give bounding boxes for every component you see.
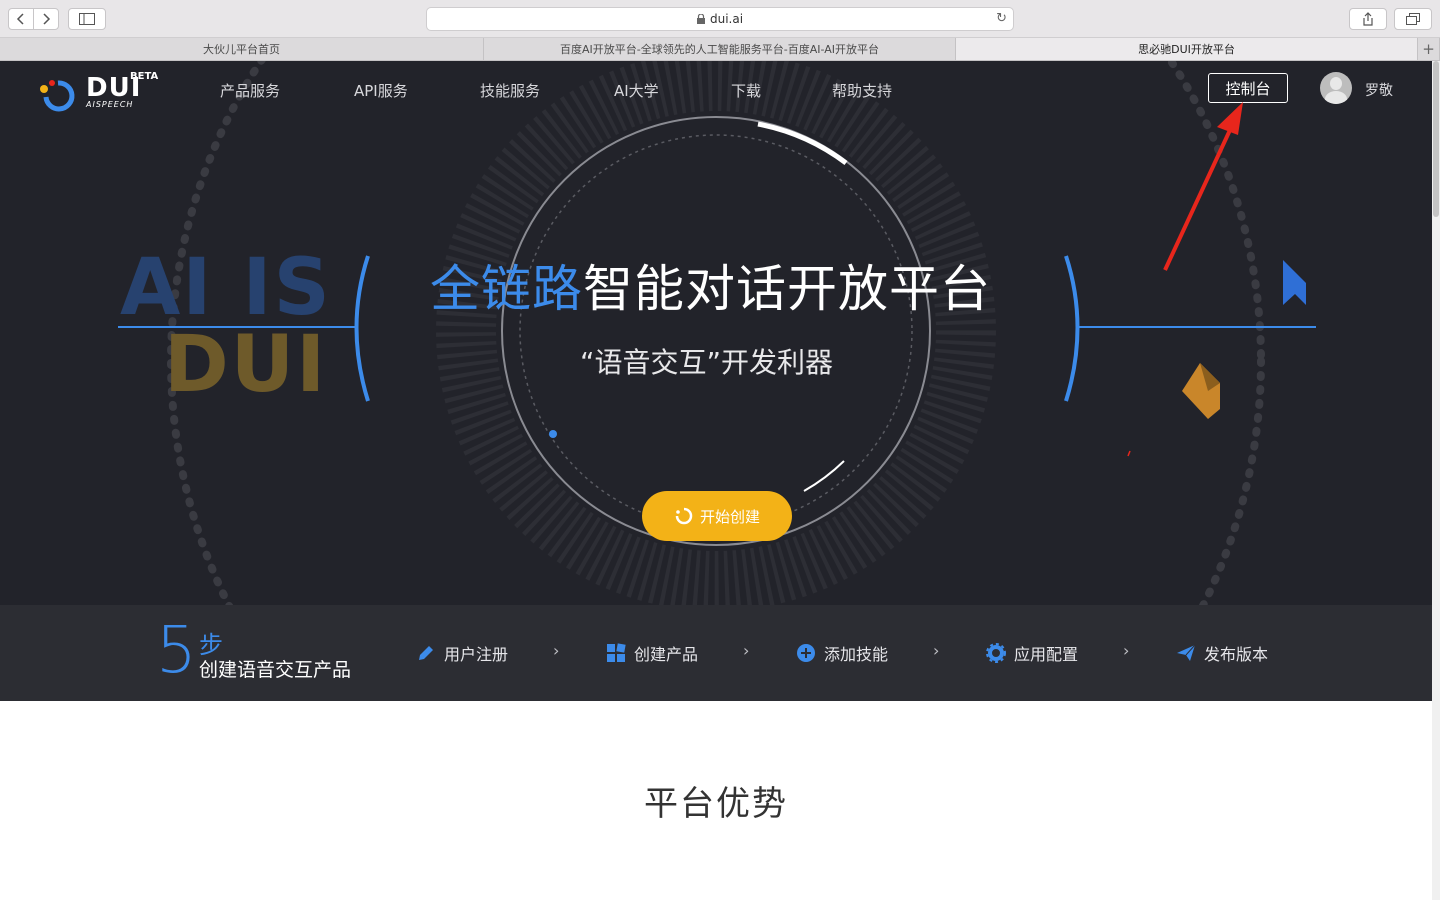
share-button[interactable] — [1349, 8, 1387, 30]
step-add-skill[interactable]: 添加技能 — [796, 641, 888, 665]
logo-beta-badge: BETA — [130, 71, 159, 82]
gear-icon — [986, 643, 1006, 663]
avatar-body — [1325, 91, 1347, 104]
step-app-config[interactable]: 应用配置 — [986, 641, 1078, 665]
steps-bar: 5 步 创建语音交互产品 用户注册 › 创建产品 › 添加技能 › 应用配置 ›… — [0, 605, 1432, 701]
step-label: 用户注册 — [444, 645, 509, 664]
step-label: 应用配置 — [1014, 645, 1079, 664]
username[interactable]: 罗敬 — [1365, 80, 1393, 100]
step-arrow-icon: › — [1123, 641, 1130, 660]
nav-item-skills[interactable]: 技能服务 — [480, 80, 540, 101]
new-tab-button[interactable]: + — [1418, 38, 1440, 60]
avatar-head — [1330, 77, 1342, 90]
decor-ai-is-text: AI IS — [120, 243, 332, 333]
back-button[interactable] — [8, 8, 34, 30]
step-label: 创建产品 — [634, 645, 699, 664]
hero-title-rest: 智能对话开放平台 — [583, 260, 991, 318]
nav-item-download[interactable]: 下载 — [731, 80, 761, 101]
start-create-label: 开始创建 — [699, 507, 760, 526]
sidebar-toggle-button[interactable] — [68, 8, 106, 30]
show-tabs-button[interactable] — [1394, 8, 1432, 30]
logo-subtext: AISPEECH — [86, 100, 134, 109]
tab-label: 大伙儿平台首页 — [203, 43, 280, 56]
tab-bar: 大伙儿平台首页 百度AI开放平台-全球领先的人工智能服务平台-百度AI-AI开放… — [0, 38, 1440, 61]
hero-section: AI IS DUI DUI BETA AISPEECH 产品服务 API服务 技… — [0, 61, 1432, 605]
tab-2[interactable]: 百度AI开放平台-全球领先的人工智能服务平台-百度AI-AI开放平台 — [484, 38, 956, 60]
nav-item-products[interactable]: 产品服务 — [220, 80, 280, 101]
forward-button[interactable] — [33, 8, 59, 30]
reload-icon[interactable]: ↻ — [996, 11, 1007, 26]
hero-subtitle: “语音交互”开发利器 — [580, 346, 834, 379]
nav-item-api[interactable]: API服务 — [354, 80, 408, 101]
step-arrow-icon: › — [743, 641, 750, 660]
tab-label: 百度AI开放平台-全球领先的人工智能服务平台-百度AI-AI开放平台 — [560, 43, 879, 56]
tab-1[interactable]: 大伙儿平台首页 — [0, 38, 484, 60]
address-bar[interactable]: dui.ai ↻ — [426, 7, 1014, 31]
steps-number: 5 — [156, 614, 197, 688]
chevron-left-icon — [16, 13, 24, 25]
decor-dui-text: DUI — [164, 320, 328, 410]
tab-3-active[interactable]: 思必驰DUI开放平台 — [956, 38, 1418, 60]
step-label: 添加技能 — [824, 645, 889, 664]
hero-title: 全链路智能对话开放平台 — [430, 249, 1020, 321]
pencil-icon — [419, 646, 433, 660]
grid-icon — [607, 643, 626, 662]
avatar[interactable] — [1320, 72, 1352, 104]
nav-item-ai-university[interactable]: AI大学 — [614, 80, 659, 101]
hero-title-highlight: 全链路 — [430, 260, 583, 318]
page-scrollbar[interactable] — [1432, 61, 1440, 900]
console-button[interactable]: 控制台 — [1208, 73, 1288, 103]
tabs-icon — [1406, 13, 1420, 25]
sidebar-icon — [79, 13, 95, 25]
dui-logo[interactable]: DUI BETA AISPEECH — [38, 71, 159, 112]
step-publish[interactable]: 发布版本 — [1176, 641, 1268, 665]
scrollbar-thumb[interactable] — [1433, 61, 1439, 217]
steps-title: 创建语音交互产品 — [199, 659, 352, 681]
browser-toolbar: dui.ai ↻ — [0, 0, 1440, 38]
step-arrow-icon: › — [553, 641, 560, 660]
step-register[interactable]: 用户注册 — [416, 641, 508, 665]
step-create-product[interactable]: 创建产品 — [606, 641, 698, 665]
step-label: 发布版本 — [1204, 645, 1269, 664]
nav-item-help[interactable]: 帮助支持 — [832, 80, 892, 101]
lock-icon — [696, 14, 705, 24]
dui-logo-icon — [40, 80, 75, 112]
section-title-advantages: 平台优势 — [644, 784, 788, 824]
chevron-right-icon — [43, 13, 51, 25]
start-create-button[interactable]: 开始创建 — [642, 491, 792, 541]
plus-circle-icon — [797, 644, 815, 662]
tab-label: 思必驰DUI开放平台 — [1138, 43, 1235, 56]
paper-plane-icon — [1177, 644, 1196, 661]
share-icon — [1363, 12, 1373, 26]
loading-spinner-icon — [675, 507, 693, 525]
step-arrow-icon: › — [933, 641, 940, 660]
address-text: dui.ai — [709, 12, 744, 26]
